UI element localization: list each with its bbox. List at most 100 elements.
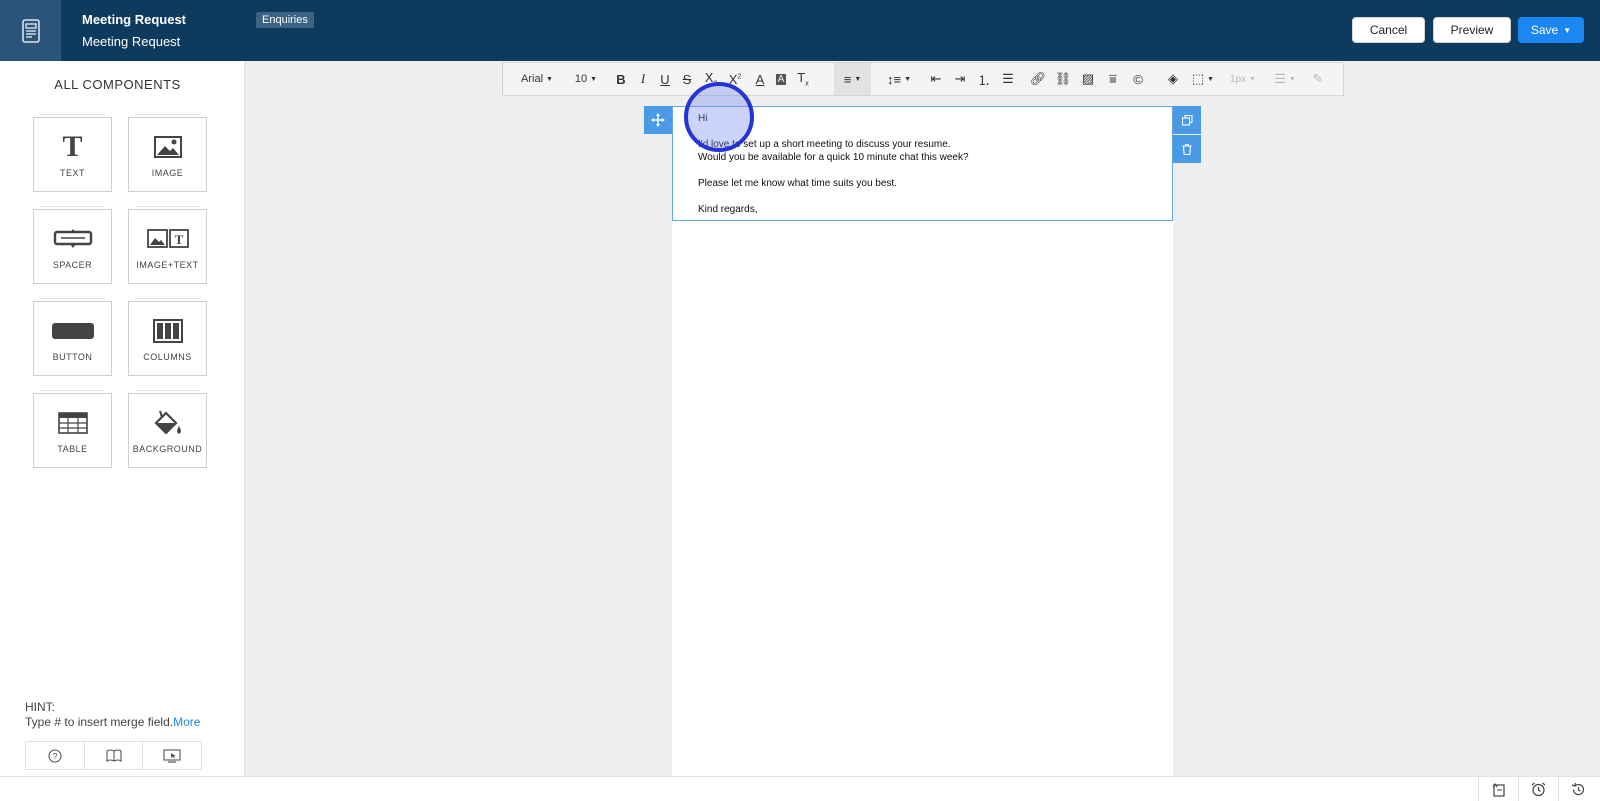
highlight-button[interactable]: A	[772, 63, 790, 95]
font-color-button[interactable]: A	[751, 63, 769, 95]
delete-block-button[interactable]	[1173, 135, 1201, 163]
paint-bucket-icon: ◈	[1168, 71, 1178, 86]
duplicate-block-button[interactable]	[1173, 106, 1201, 134]
spacer-icon	[53, 224, 93, 254]
component-image[interactable]: IMAGE	[128, 114, 207, 192]
email-line: Kind regards,	[698, 204, 758, 215]
chevron-down-icon: ▼	[1563, 25, 1572, 35]
columns-icon	[152, 316, 183, 346]
line-style-icon: ☰	[1274, 71, 1286, 86]
template-icon	[21, 18, 40, 43]
indent-button[interactable]: ⇥	[951, 63, 969, 95]
move-handle[interactable]	[644, 106, 672, 134]
component-text[interactable]: T TEXT	[33, 114, 112, 192]
border-color-button[interactable]: ✎	[1309, 63, 1327, 95]
save-button-label: Save	[1530, 23, 1559, 37]
ordered-list-button[interactable]: ⒈	[975, 63, 993, 95]
bullet-list-icon: ☰	[1002, 71, 1014, 86]
component-label: SPACER	[52, 260, 93, 270]
status-bar	[0, 776, 1600, 801]
underline-icon: U	[660, 71, 670, 87]
font-family-select[interactable]: Arial ▼	[515, 63, 559, 95]
image-icon: ▨	[1081, 71, 1095, 86]
copy-icon	[1181, 114, 1193, 126]
cancel-button[interactable]: Cancel	[1352, 17, 1425, 43]
preview-button[interactable]: Preview	[1433, 17, 1511, 43]
hint-text: Type # to insert merge field.More	[25, 715, 200, 729]
component-spacer[interactable]: SPACER	[33, 206, 112, 284]
monitor-icon	[163, 748, 181, 763]
sidebar-title: ALL COMPONENTS	[54, 77, 181, 92]
template-title: Meeting Request	[82, 12, 187, 27]
component-label: IMAGE+TEXT	[136, 260, 199, 270]
strikethrough-icon: S	[682, 71, 692, 87]
line-height-select[interactable]: ↕≡ ▼	[884, 63, 914, 95]
hint-message: Type # to insert merge field.	[25, 715, 174, 729]
chevron-down-icon: ▼	[854, 75, 862, 83]
ordered-list-icon: ⒈	[977, 72, 991, 88]
app-logo[interactable]	[0, 0, 61, 61]
strikethrough-button[interactable]: S	[678, 63, 696, 95]
border-line-select[interactable]: ☰ ▼	[1270, 63, 1300, 95]
chevron-down-icon: ▼	[904, 75, 912, 83]
copyright-icon: ©	[1133, 71, 1143, 87]
help-button[interactable]: ?	[26, 742, 85, 769]
text-icon: T	[62, 130, 83, 163]
chevron-down-icon: ▼	[546, 75, 553, 83]
history-icon	[1492, 782, 1505, 797]
component-columns[interactable]: COLUMNS	[128, 298, 207, 376]
outdent-button[interactable]: ⇤	[927, 63, 945, 95]
move-icon	[651, 113, 665, 127]
underline-button[interactable]: U	[656, 63, 674, 95]
button-icon	[51, 316, 95, 346]
bullet-list-button[interactable]: ☰	[999, 63, 1017, 95]
align-select[interactable]: ≡ ▼	[834, 63, 871, 95]
line-height-icon: ↕≡	[886, 71, 902, 87]
fill-color-button[interactable]: ◈	[1164, 63, 1182, 95]
hint-more-link[interactable]: More	[173, 715, 200, 729]
undo-history-button[interactable]	[1478, 777, 1518, 801]
unlink-button[interactable]: ⛓︎	[1054, 63, 1072, 95]
tutorial-button[interactable]	[143, 742, 201, 769]
component-label: IMAGE	[151, 168, 184, 178]
horizontal-rule-button[interactable]: ⩸	[1104, 63, 1122, 95]
highlight-icon: A	[775, 73, 787, 85]
horizontal-rule-icon: ⩸	[1109, 71, 1117, 86]
italic-icon: I	[640, 71, 646, 86]
pen-icon: ✎	[1312, 71, 1324, 86]
top-bar: Meeting Request Meeting Request Enquirie…	[0, 0, 1600, 61]
version-history-button[interactable]	[1558, 777, 1598, 801]
svg-text:?: ?	[52, 751, 57, 761]
email-line: Would you be available for a quick 10 mi…	[698, 152, 969, 163]
special-character-button[interactable]: ©	[1129, 63, 1147, 95]
chevron-down-icon: ▼	[590, 75, 598, 83]
component-label: COLUMNS	[143, 352, 192, 362]
alarm-clock-icon	[1531, 782, 1546, 797]
guide-button[interactable]	[85, 742, 144, 769]
border-style-select[interactable]: ⬚ ▼	[1189, 63, 1217, 95]
template-subject: Meeting Request	[82, 34, 181, 49]
component-button[interactable]: BUTTON	[33, 298, 112, 376]
save-button[interactable]: Save ▼	[1518, 17, 1584, 43]
outdent-icon: ⇤	[930, 71, 942, 86]
question-circle-icon: ?	[48, 748, 62, 763]
image-icon	[153, 132, 182, 162]
schedule-button[interactable]	[1518, 777, 1558, 801]
font-color-icon: A	[755, 71, 765, 87]
insert-image-button[interactable]: ▨	[1079, 63, 1097, 95]
trash-icon	[1182, 143, 1192, 155]
italic-button[interactable]: I	[634, 63, 652, 95]
font-size-select[interactable]: 10 ▼	[571, 63, 601, 95]
bold-button[interactable]: B	[612, 63, 630, 95]
border-width-select[interactable]: 1px ▼	[1227, 63, 1259, 95]
insert-link-button[interactable]: 🔗︎	[1029, 63, 1047, 95]
clear-format-icon: Tx	[797, 70, 809, 88]
click-indicator	[684, 82, 754, 152]
category-tag: Enquiries	[256, 12, 314, 28]
component-table[interactable]: TABLE	[33, 390, 112, 468]
unlink-icon: ⛓︎	[1054, 71, 1072, 86]
clear-format-button[interactable]: Tx	[794, 63, 812, 95]
email-line: Please let me know what time suits you b…	[698, 178, 897, 189]
component-image-text[interactable]: T IMAGE+TEXT	[128, 206, 207, 284]
component-background[interactable]: BACKGROUND	[128, 390, 207, 468]
